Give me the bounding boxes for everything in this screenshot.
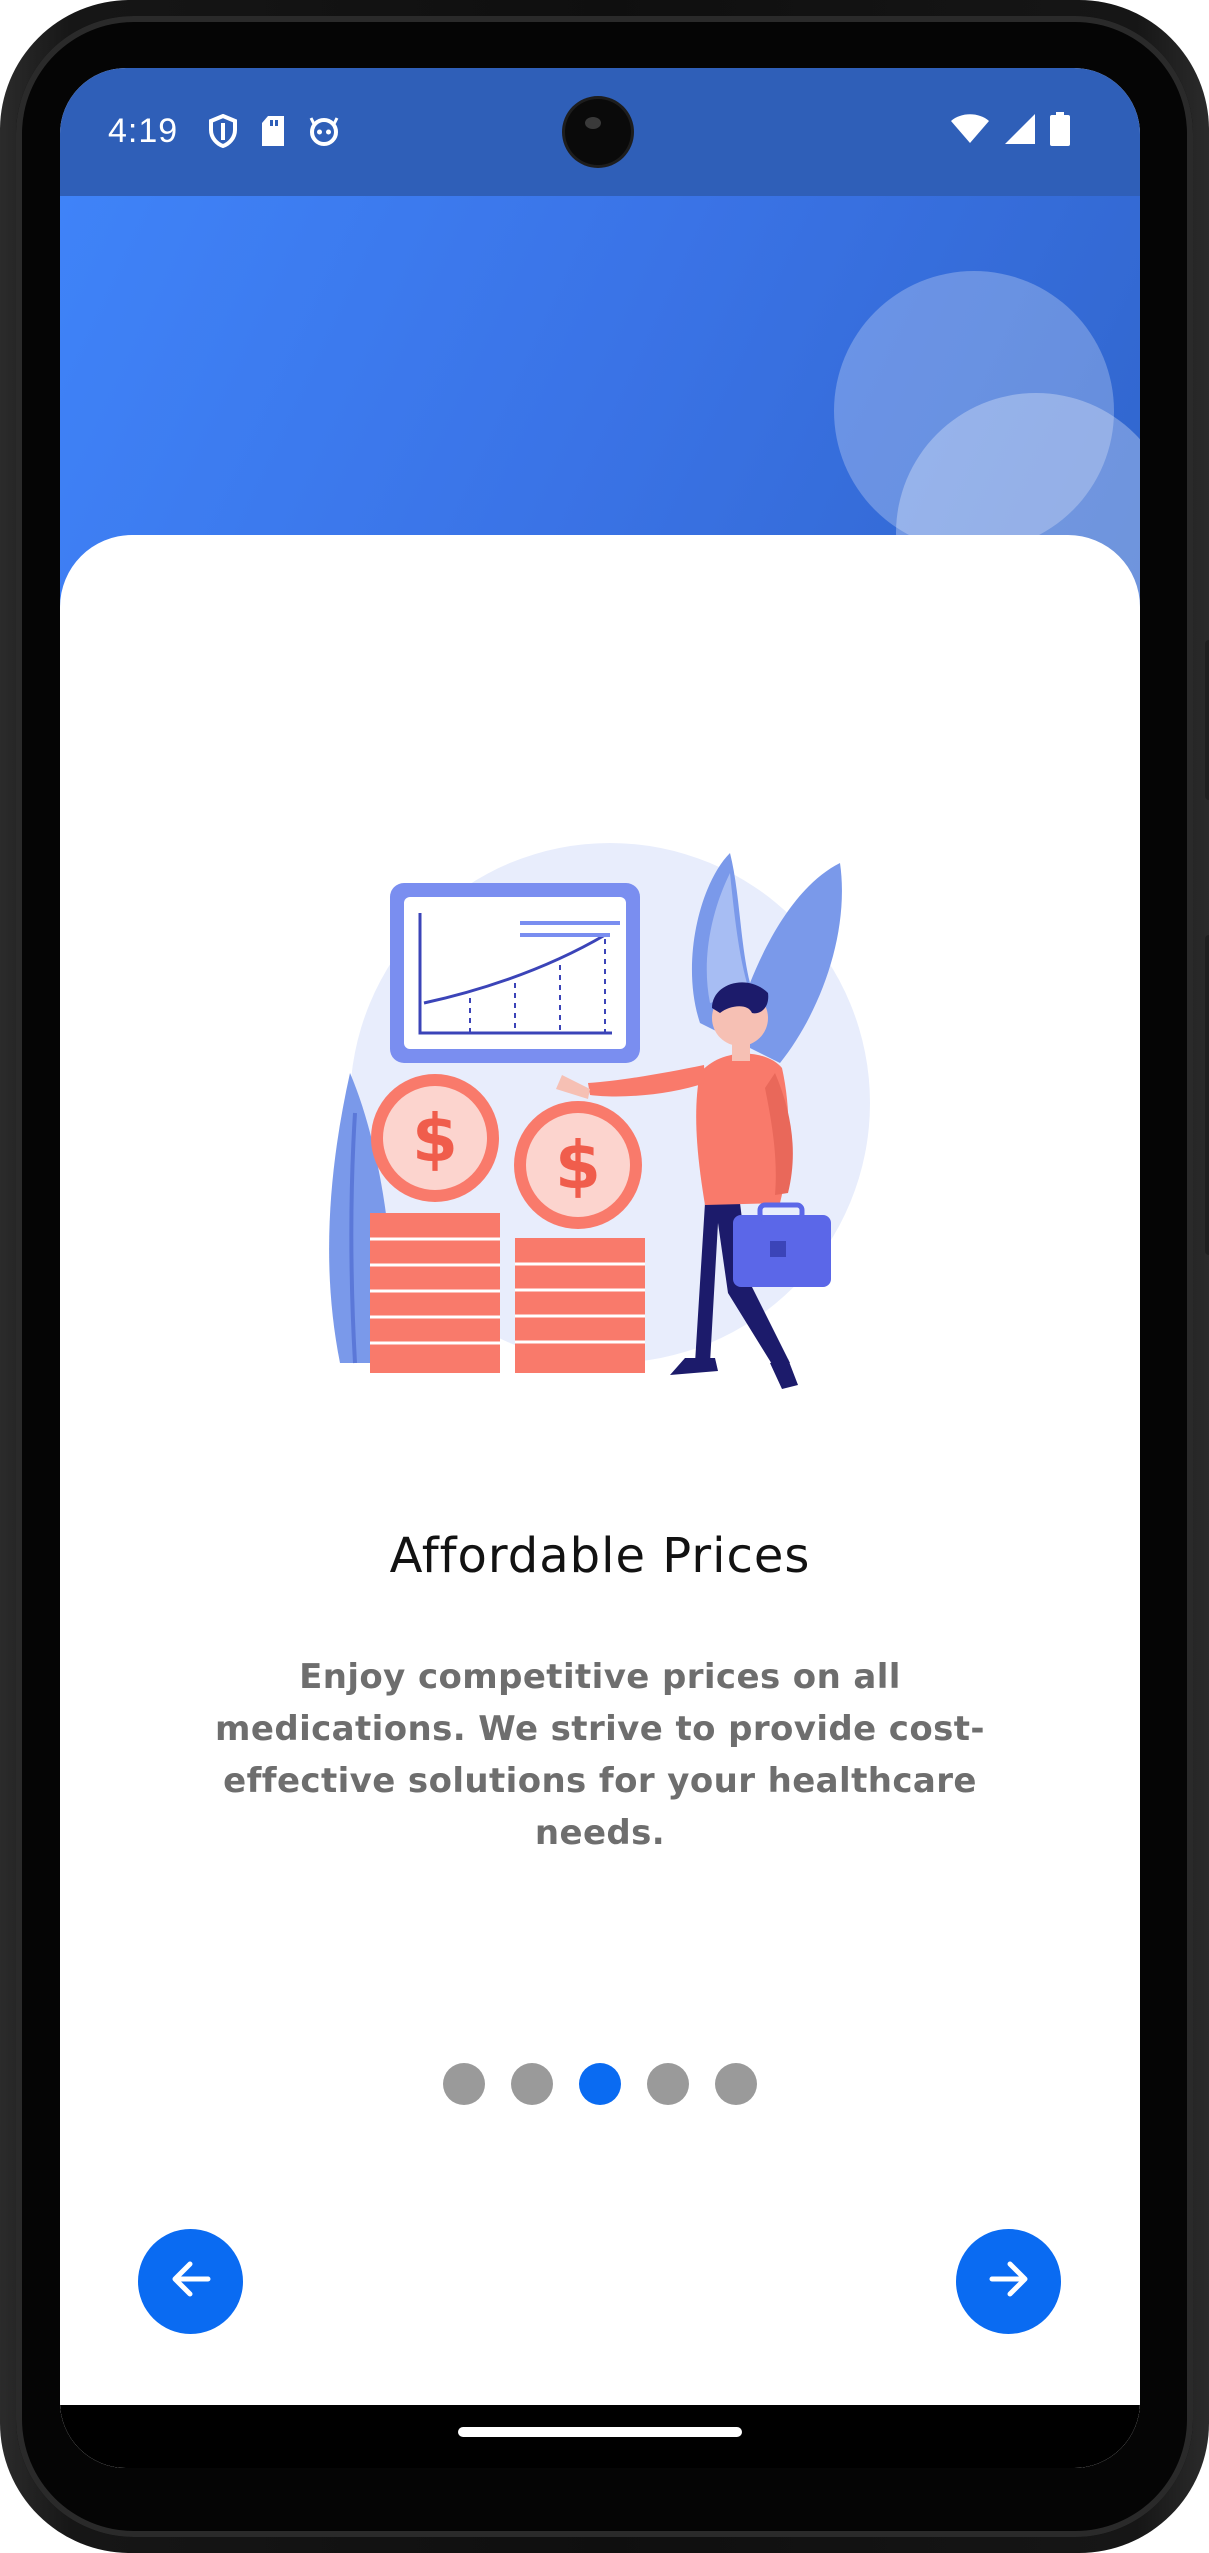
page-dot-1[interactable] [443,2063,485,2105]
arrow-left-icon [166,2254,216,2309]
onboarding-card [60,535,1140,2468]
arrow-right-icon [984,2254,1034,2309]
battery-icon [1050,112,1070,151]
svg-text:$: $ [412,1100,458,1177]
home-gesture-bar[interactable] [458,2427,742,2437]
power-button [1205,640,1209,800]
svg-text:$: $ [555,1127,601,1204]
status-time: 4:19 [108,112,179,150]
phone-frame: 4:19 $ $ Affordable Prices Enjoy competi… [0,0,1209,2553]
gesture-nav-area [60,2405,1140,2468]
wifi-icon [950,113,990,150]
front-camera [565,99,631,165]
volume-rocker [1205,935,1209,1255]
signal-icon [1004,113,1036,150]
sd-card-icon [260,115,286,152]
coin-stack [370,1213,500,1373]
page-dot-3-active[interactable] [579,2063,621,2105]
app-screen: 4:19 $ $ Affordable Prices Enjoy competi… [60,68,1140,2468]
onboarding-title: Affordable Prices [389,1528,811,1584]
coin-stack [515,1238,645,1373]
shield-icon [208,113,238,153]
page-dot-5[interactable] [715,2063,757,2105]
back-button[interactable] [138,2229,243,2334]
page-indicator [60,2063,1140,2105]
affordable-prices-illustration: $ $ [320,843,880,1463]
page-dot-2[interactable] [511,2063,553,2105]
face-icon [308,115,340,152]
page-dot-4[interactable] [647,2063,689,2105]
onboarding-description: Enjoy competitive prices on all medicati… [215,1657,985,1853]
next-button[interactable] [956,2229,1061,2334]
